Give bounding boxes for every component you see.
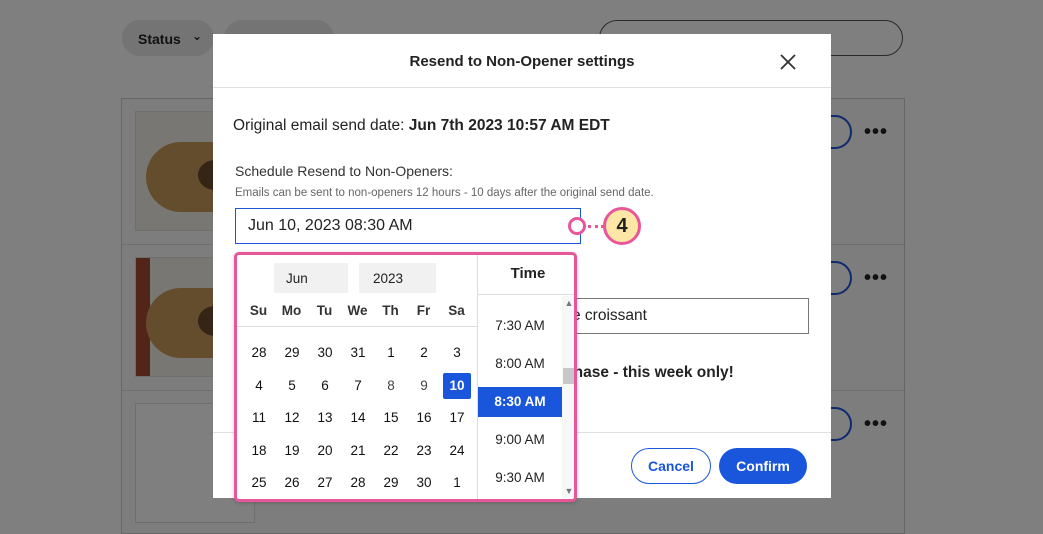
time-scrollbar[interactable]: ▲ ▼	[562, 296, 574, 498]
calendar-day[interactable]: 27	[311, 470, 339, 496]
calendar-day[interactable]: 8	[377, 373, 405, 399]
calendar-day[interactable]: 4	[245, 373, 273, 399]
calendar-day[interactable]: 15	[377, 405, 405, 431]
datetime-picker: Jun 2023 Su Mo Tu We Th Fr Sa 28 29 30 31 1 2…	[234, 252, 577, 502]
calendar-day[interactable]: 20	[311, 438, 339, 464]
modal-header: Resend to Non-Opener settings	[213, 34, 831, 88]
modal-title: Resend to Non-Opener settings	[409, 53, 635, 70]
calendar-day[interactable]: 21	[344, 438, 372, 464]
calendar-day[interactable]: 28	[245, 340, 273, 366]
time-option[interactable]: 7:30 AM	[478, 311, 562, 341]
weekday-label: Fr	[416, 303, 431, 318]
calendar-day[interactable]: 12	[278, 405, 306, 431]
calendar-divider	[237, 326, 477, 327]
calendar-day[interactable]: 1	[443, 470, 471, 496]
scroll-up-icon[interactable]: ▲	[562, 298, 574, 308]
weekday-label: Tu	[316, 303, 333, 318]
close-icon[interactable]	[776, 50, 800, 74]
schedule-date-input[interactable]	[235, 208, 581, 244]
calendar-day[interactable]: 31	[344, 340, 372, 366]
calendar-day[interactable]: 3	[443, 340, 471, 366]
calendar-day[interactable]: 23	[410, 438, 438, 464]
weekday-label: We	[347, 303, 368, 318]
time-option[interactable]: 8:00 AM	[478, 349, 562, 379]
time-option[interactable]: 9:00 AM	[478, 425, 562, 455]
calendar-day[interactable]: 10	[443, 372, 471, 399]
weekday-label: Th	[382, 303, 399, 318]
subject-preview: chase - this week only!	[565, 364, 734, 381]
calendar-day[interactable]: 11	[245, 405, 273, 431]
calendar-day[interactable]: 30	[311, 340, 339, 366]
calendar-day[interactable]: 30	[410, 470, 438, 496]
time-header: Time	[478, 255, 574, 295]
callout-anchor-dot	[568, 217, 586, 235]
calendar-day[interactable]: 2	[410, 340, 438, 366]
original-send-date: Original email send date: Jun 7th 2023 1…	[233, 117, 610, 135]
weekday-label: Sa	[448, 303, 465, 318]
month-select[interactable]: Jun	[274, 263, 348, 293]
calendar-day[interactable]: 29	[377, 470, 405, 496]
calendar-day[interactable]: 7	[344, 373, 372, 399]
calendar-day[interactable]: 29	[278, 340, 306, 366]
confirm-button[interactable]: Confirm	[719, 448, 807, 484]
calendar-day[interactable]: 9	[410, 373, 438, 399]
weekday-label: Su	[249, 303, 268, 318]
calendar-day[interactable]: 1	[377, 340, 405, 366]
original-send-label: Original email send date:	[233, 117, 405, 134]
time-option[interactable]: 8:30 AM	[478, 387, 562, 417]
scrollbar-thumb[interactable]	[563, 368, 574, 384]
calendar: Jun 2023 Su Mo Tu We Th Fr Sa 28 29 30 31 1 2…	[237, 255, 477, 499]
schedule-hint: Emails can be sent to non-openers 12 hou…	[235, 187, 654, 199]
calendar-day[interactable]: 5	[278, 373, 306, 399]
time-option[interactable]: 9:30 AM	[478, 463, 562, 493]
weekday-label: Mo	[281, 303, 302, 318]
scroll-down-icon[interactable]: ▼	[562, 486, 574, 496]
calendar-day[interactable]: 17	[443, 405, 471, 431]
weekday-header: Su Mo Tu We Th Fr Sa	[242, 303, 474, 325]
year-select[interactable]: 2023	[359, 263, 436, 293]
time-column: Time 7:30 AM 8:00 AM 8:30 AM 9:00 AM 9:30 AM…	[477, 255, 574, 499]
calendar-day[interactable]: 25	[245, 470, 273, 496]
calendar-day[interactable]: 19	[278, 438, 306, 464]
calendar-day[interactable]: 13	[311, 405, 339, 431]
subject-field[interactable]: e croissant	[565, 298, 809, 334]
calendar-day[interactable]: 22	[377, 438, 405, 464]
calendar-day[interactable]: 26	[278, 470, 306, 496]
calendar-day[interactable]: 14	[344, 405, 372, 431]
callout-connector	[588, 225, 604, 228]
calendar-day[interactable]: 16	[410, 405, 438, 431]
calendar-day[interactable]: 18	[245, 438, 273, 464]
cancel-button[interactable]: Cancel	[631, 448, 711, 484]
calendar-day[interactable]: 28	[344, 470, 372, 496]
step-badge: 4	[603, 207, 641, 245]
original-send-value: Jun 7th 2023 10:57 AM EDT	[408, 117, 610, 134]
schedule-label: Schedule Resend to Non-Openers:	[235, 163, 453, 179]
calendar-day[interactable]: 6	[311, 373, 339, 399]
calendar-day[interactable]: 24	[443, 438, 471, 464]
